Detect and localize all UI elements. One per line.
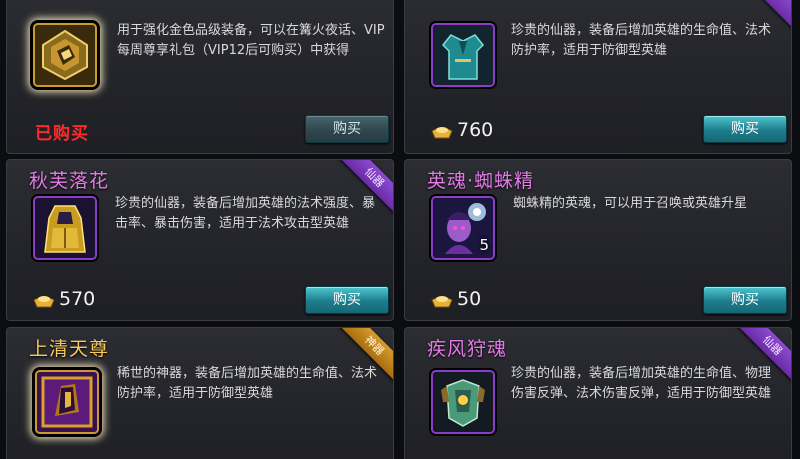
item-description: 蜘蛛精的英魂，可以用于召唤或英雄升星 (513, 196, 748, 211)
item-title: 英魂·蜘蛛精 (427, 170, 535, 192)
item-price: 570 (33, 288, 95, 310)
shop-card-jifeng-shouhun: 疾风狩魂 仙器 珍贵的仙器，装备后增加英雄的生命值、物理伤害反弹、法术伤害反弹，… (404, 327, 792, 459)
buy-button[interactable]: 购买 (305, 286, 389, 314)
item-price: 50 (431, 288, 481, 310)
shop-card-spider-spirit: 英魂·蜘蛛精 5 蜘蛛精的英魂，可以用于召唤或英雄升星 50 购买 (404, 159, 792, 321)
buy-button[interactable]: 购买 (703, 115, 787, 143)
item-description: 珍贵的仙器，装备后增加英雄的法术强度、暴击率、暴击伤害，适用于法术攻击型英雄 (115, 196, 376, 231)
jade-robe-icon[interactable] (431, 23, 495, 87)
shop-card-shangqing-tianzun: 上清天尊 神器 稀世的神器，装备后增加英雄的生命值、法术防护率，适用于防御型英雄 (6, 327, 394, 459)
gold-equipment-upgrade-box-icon[interactable] (33, 23, 97, 87)
shop-card-qiufu-luohua: 秋芙落花 仙器 珍贵的仙器，装备后增加英雄的法术强度、暴击率、暴击伤害，适用于法… (6, 159, 394, 321)
gold-ingot-icon (431, 122, 453, 139)
item-title: 上清天尊 (29, 338, 110, 360)
item-description: 珍贵的仙器，装备后增加英雄的生命值、法术防护率，适用于防御型英雄 (511, 23, 772, 58)
price-value: 50 (457, 288, 482, 310)
price-value: 760 (457, 119, 494, 141)
item-price: 760 (431, 119, 493, 141)
item-description: 用于强化金色品级装备，可以在篝火夜话、VIP每周尊享礼包（VIP12后可购买）中… (117, 23, 385, 58)
shop-card-gold-box: 用于强化金色品级装备，可以在篝火夜话、VIP每周尊享礼包（VIP12后可购买）中… (6, 0, 394, 154)
buy-button[interactable]: 购买 (305, 115, 389, 143)
green-armor-icon[interactable] (431, 370, 495, 434)
buy-button[interactable]: 购买 (703, 286, 787, 314)
spider-spirit-portrait-icon[interactable]: 5 (431, 196, 495, 260)
item-description: 珍贵的仙器，装备后增加英雄的生命值、物理伤害反弹、法术伤害反弹，适用于防御型英雄 (511, 366, 772, 401)
purchased-status: 已购买 (35, 124, 89, 144)
shop-grid: 用于强化金色品级装备，可以在篝火夜话、VIP每周尊享礼包（VIP12后可购买）中… (0, 0, 800, 459)
shop-card-jade-robe: 珍贵的仙器，装备后增加英雄的生命值、法术防护率，适用于防御型英雄 760 购买 (404, 0, 792, 154)
golden-cloak-icon[interactable] (33, 196, 97, 260)
divine-artifact-icon[interactable] (35, 370, 99, 434)
price-value: 570 (59, 288, 96, 310)
item-title: 秋芙落花 (29, 170, 110, 192)
item-description: 稀世的神器，装备后增加英雄的生命值、法术防护率，适用于防御型英雄 (117, 366, 378, 401)
gold-ingot-icon (33, 291, 55, 308)
gold-ingot-icon (431, 291, 453, 308)
fragment-count: 5 (479, 236, 489, 254)
item-title: 疾风狩魂 (427, 338, 508, 360)
